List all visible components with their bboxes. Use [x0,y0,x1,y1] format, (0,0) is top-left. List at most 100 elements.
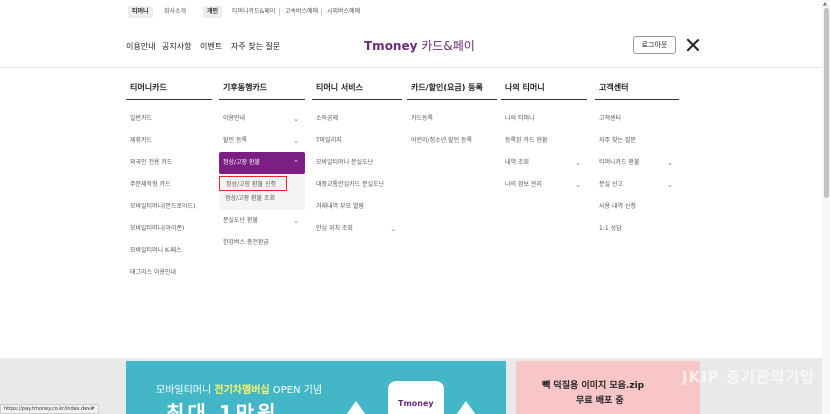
menu-item[interactable]: 나의 정보 관리 ⌄ [501,174,587,196]
banner2-line1: 빽 덕질용 이미지 모음.zip [542,381,645,391]
chevron-up-icon: ⌃ [293,159,299,167]
menu-item-refund-active[interactable]: 정상/고장 환불 ⌃ [219,152,305,174]
nav-usage-guide[interactable]: 이용안내 [126,41,155,52]
menu-column-customer-center: 고객센터 고객센터 자주 찾는 질문 티머니카드 환불 ⌄ 분실 신고 ⌄ 사용… [595,80,679,240]
menu-item[interactable]: 할인 등록 ⌄ [219,130,305,152]
menu-item[interactable]: 분실도난 환불 ⌄ [219,210,305,232]
menu-item-label: 할인 등록 [223,137,247,144]
menu-item[interactable]: 한강버스 충전환급 [219,232,305,254]
menu-item[interactable]: 소득공제 [312,108,402,130]
watermark: JKIP 증기관의기업 [682,368,815,386]
util-tab-company[interactable]: 회사소개 [160,6,190,18]
menu-item[interactable]: 이용안내 ⌄ [219,108,305,130]
menu-item[interactable]: 1:1 상담 [595,218,679,240]
banner-highlight: 전기차멤버십 [214,385,270,396]
logout-button[interactable]: 로그아웃 [633,36,676,54]
ev-membership-banner[interactable]: 모바일티머니 전기차멤버십 OPEN 기념 최대 1만원 Tmoney [126,361,506,414]
decor-shape [346,401,366,414]
util-tab-tmoney[interactable]: 티머니 [128,6,153,18]
menu-item[interactable]: 태그리스 이용안내 [126,262,212,284]
scrollbar-thumb[interactable] [823,8,829,198]
menu-item[interactable]: 안심 위치 조회 ⌄ [312,218,402,240]
phone-card-image: Tmoney [388,381,444,414]
menu-item[interactable]: 분실 신고 ⌄ [595,174,679,196]
menu-column-my-tmoney: 나의 티머니 나의 티머니 등록된 카드 현황 내역 조회 ⌄ 나의 정보 관리… [501,80,587,196]
menu-item[interactable]: 어린이/청소년 할인 등록 [407,130,497,152]
menu-item[interactable]: 모바일티머니 K-패스 [126,240,212,262]
menu-item[interactable]: 나의 티머니 [501,108,587,130]
browser-status-url: https://pay.tmoney.co.kr/index.dev# [0,404,99,414]
scroll-up-arrow-icon[interactable]: ▲ [823,1,827,7]
submenu: 정상/고장 환불 신청 정상/고장 환불 조회 [219,174,305,210]
submenu-item-refund-inquiry[interactable]: 정상/고장 환불 조회 [219,191,305,206]
page-scrollbar[interactable]: ▲ [822,0,830,414]
menu-item[interactable]: 고객센터 [595,108,679,130]
util-tab-express-bus[interactable]: 고속버스예매 [281,6,322,18]
nav-notice[interactable]: 공지사항 [162,41,191,52]
banner-card-logo: Tmoney [398,399,434,408]
menu-heading: 나의 티머니 [501,80,587,100]
menu-item[interactable]: 자주 찾는 질문 [595,130,679,152]
menu-item[interactable]: 일반카드 [126,108,212,130]
menu-item-label: 내역 조회 [505,159,529,166]
menu-item[interactable]: 사용 내역 신청 [595,196,679,218]
submenu-item-refund-apply[interactable]: 정상/고장 환불 신청 [219,176,287,191]
menu-item[interactable]: 모바일티머니(안드로이드) [126,196,212,218]
banner-headline: 모바일티머니 전기차멤버십 OPEN 기념 [156,381,322,396]
banner-prefix: 모바일티머니 [156,385,215,396]
util-tab-intercity-bus[interactable]: 시외버스예매 [323,6,364,18]
logo-subtitle: 카드&페이 [417,39,475,53]
menu-heading: 티머니 서비스 [312,80,402,100]
chevron-down-icon: ⌄ [667,181,673,189]
chevron-down-icon: ⌄ [293,115,299,123]
menu-item[interactable]: 대중교통안심카드 분실도난 [312,174,402,196]
util-separator [279,8,280,16]
menu-item-label: 나의 정보 관리 [505,181,542,188]
chevron-down-icon: ⌄ [667,159,673,167]
banner-suffix: OPEN 기념 [269,385,323,396]
chevron-down-icon: ⌄ [293,217,299,225]
menu-item[interactable]: 모바일티머니(아이폰) [126,218,212,240]
menu-item-label: 안심 위치 조회 [316,225,353,232]
menu-item[interactable]: 티머니카드 환불 ⌄ [595,152,679,174]
site-header: 이용안내 공지사항 이벤트 자주 찾는 질문 Tmoney 카드&페이 로그아웃 [0,24,830,68]
tmoney-logo[interactable]: Tmoney 카드&페이 [364,37,475,54]
mega-menu: 티머니카드 일반카드 제휴카드 외국인 전용 카드 주문제작형 카드 모바일티머… [0,68,830,358]
menu-heading: 티머니카드 [126,80,212,100]
util-tab-card-pay[interactable]: 티머니카드&페이 [228,6,279,18]
decor-shape [456,401,476,414]
menu-heading: 카드/할인(요금) 등록 [407,80,497,100]
utility-bar: 티머니 회사소개 개인 티머니카드&페이 고속버스예매 시외버스예매 [0,0,830,24]
menu-item-label: 정상/고장 환불 [223,159,261,166]
util-tab-personal[interactable]: 개인 [203,6,223,18]
util-separator [321,8,322,16]
menu-item-label: 분실도난 환불 [223,217,259,224]
menu-heading: 기후동행카드 [219,80,305,100]
menu-item[interactable]: 거래내역 부모 열람 [312,196,402,218]
nav-faq[interactable]: 자주 찾는 질문 [231,41,280,52]
menu-heading: 고객센터 [595,80,679,100]
menu-item[interactable]: 외국인 전용 카드 [126,152,212,174]
menu-item[interactable]: 주문제작형 카드 [126,174,212,196]
menu-item[interactable]: T마일리지 [312,130,402,152]
image-download-banner[interactable]: 빽 덕질용 이미지 모음.zip 무료 배포 중 [516,361,700,414]
chevron-down-icon: ⌄ [293,137,299,145]
menu-item-label: 분실 신고 [599,181,623,188]
chevron-down-icon: ⌄ [575,181,581,189]
menu-column-card-discount: 카드/할인(요금) 등록 카드등록 어린이/청소년 할인 등록 [407,80,497,152]
menu-column-tmoney-card: 티머니카드 일반카드 제휴카드 외국인 전용 카드 주문제작형 카드 모바일티머… [126,80,212,284]
menu-item-label: 티머니카드 환불 [599,159,640,166]
menu-item[interactable]: 카드등록 [407,108,497,130]
menu-column-climate-card: 기후동행카드 이용안내 ⌄ 할인 등록 ⌄ 정상/고장 환불 ⌃ 정상/고장 환… [219,80,305,254]
menu-item[interactable]: 제휴카드 [126,130,212,152]
menu-item[interactable]: 모바일티머니 분실도난 [312,152,402,174]
menu-column-tmoney-service: 티머니 서비스 소득공제 T마일리지 모바일티머니 분실도난 대중교통안심카드 … [312,80,402,240]
logo-brand: Tmoney [364,39,418,53]
menu-item[interactable]: 등록된 카드 현황 [501,130,587,152]
menu-item[interactable]: 내역 조회 ⌄ [501,152,587,174]
close-icon[interactable] [686,38,700,52]
nav-event[interactable]: 이벤트 [200,41,222,52]
banner2-line2: 무료 배포 중 [576,396,624,406]
banner-big-text: 최대 1만원 [166,401,279,414]
menu-item-label: 이용안내 [223,115,246,122]
